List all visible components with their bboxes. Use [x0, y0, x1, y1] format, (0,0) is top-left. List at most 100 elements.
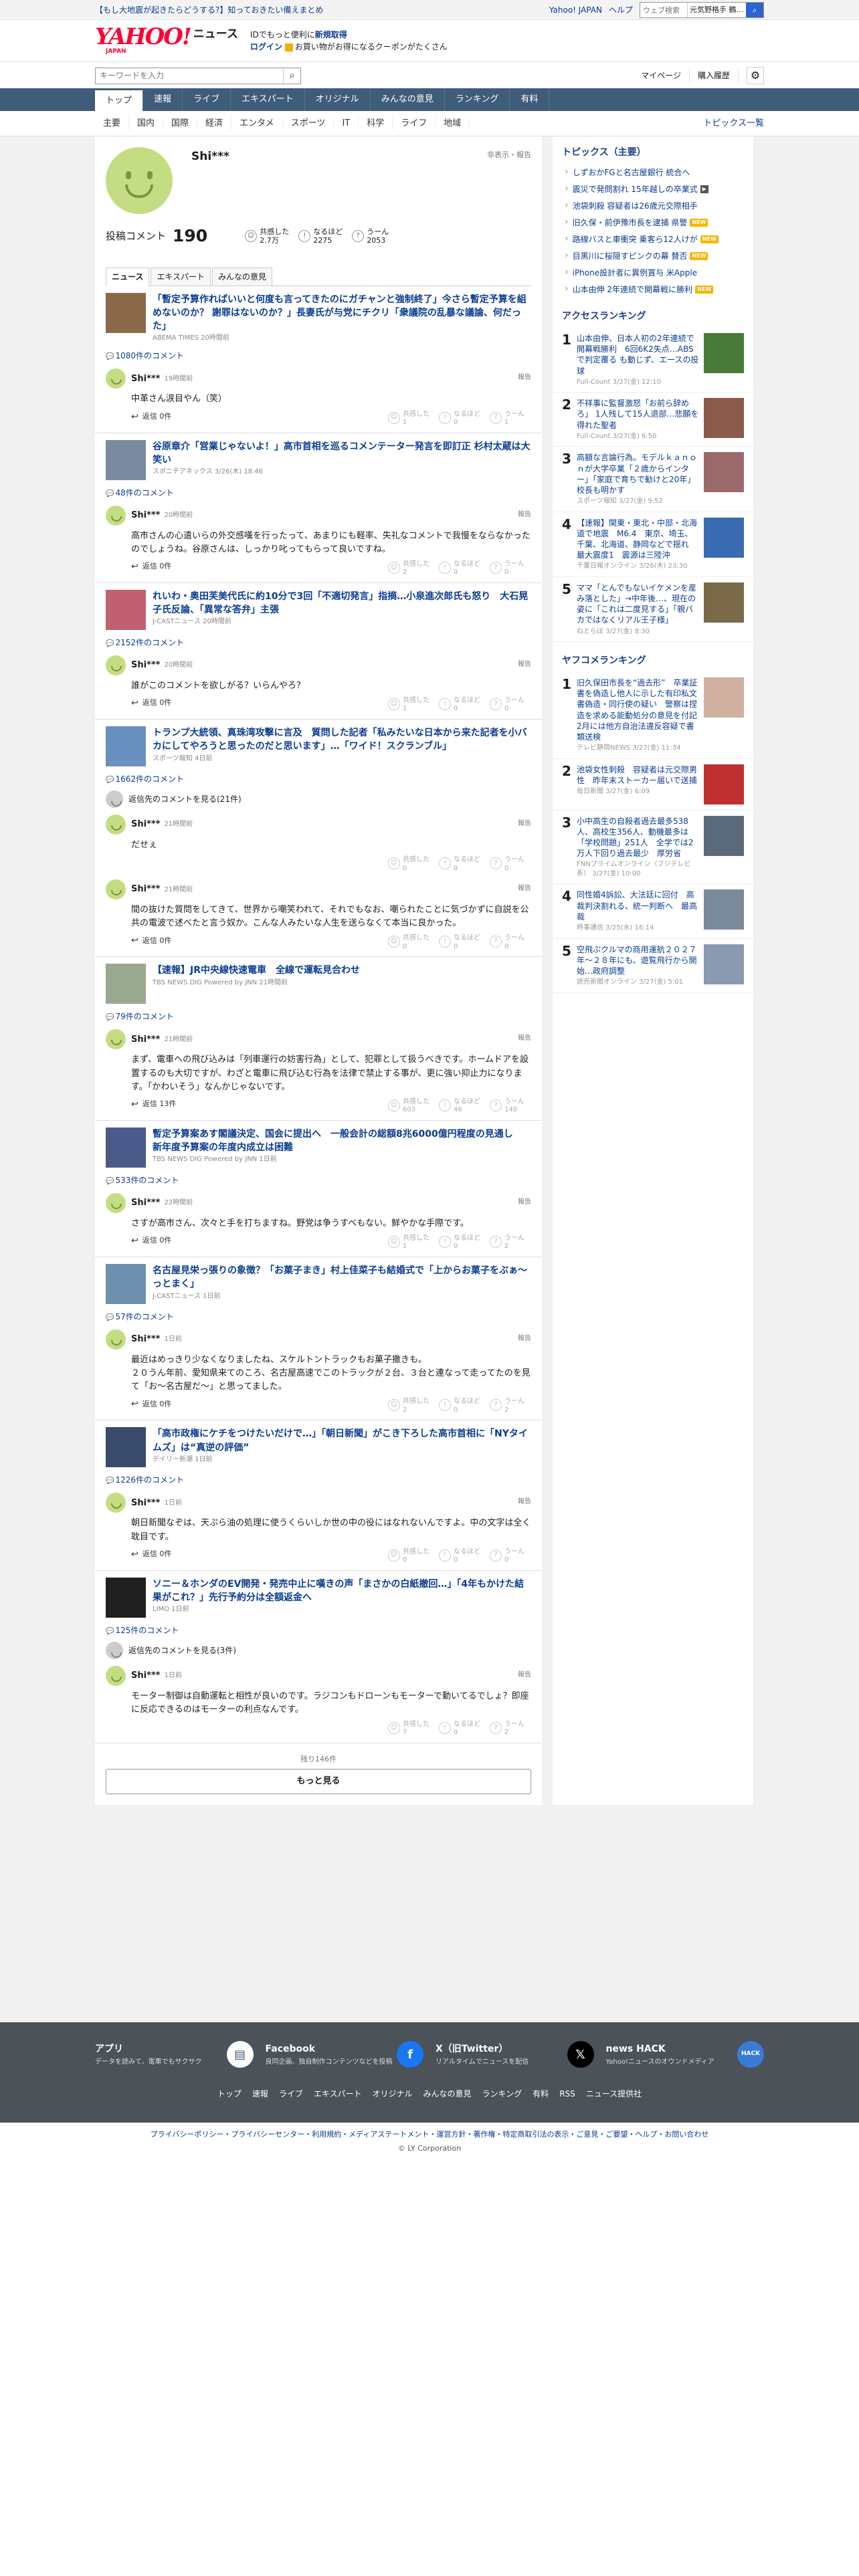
reply-button[interactable]: 返信 0件 [131, 1398, 172, 1411]
nav-breaking[interactable]: 速報 [143, 88, 183, 111]
cat-life[interactable]: ライフ [393, 117, 436, 130]
report-link[interactable]: 報告 [518, 659, 531, 669]
nav-original[interactable]: オリジナル [305, 88, 371, 111]
topic-item[interactable]: iPhone設計者に異例賞与 米Apple [553, 264, 753, 281]
naruhodo-button[interactable]: ! なるほど 0 [439, 1721, 480, 1737]
un-button[interactable]: ? うーん 0 [490, 856, 531, 873]
ranking-item[interactable]: 5 空飛ぶクルマの商用運航２０２７年〜２８年にも、遊覧飛行から開始…政府調整 読売新… [553, 939, 753, 993]
topic-item[interactable]: 目黒川に桜隠すピンクの幕 賛否NEW [553, 247, 753, 264]
footer-x[interactable]: X（旧Twitter） リアルタイムでニュースを配信 𝕏 [436, 2041, 594, 2068]
topics-list-link[interactable]: トピックス一覧 [703, 117, 764, 130]
un-button[interactable]: ? うーん 0 [490, 934, 531, 951]
topic-item[interactable]: 池袋刺殺 容疑者は26歳元交際相手 [553, 197, 753, 214]
ranking-item[interactable]: 4 同性婚4訴訟、大法廷に回付 高裁判決割れる、統一判断へ 最高裁 時事通信 3/2… [553, 884, 753, 939]
report-link[interactable]: 報告 [518, 819, 531, 829]
footer-link[interactable]: ライブ [279, 2088, 303, 2100]
article-title[interactable]: 谷原章介「営業じゃないよ！」高市首相を巡るコメンテーター発言を即訂正 杉村太蔵は… [153, 440, 531, 467]
comment-count-link[interactable]: 2152件のコメント [106, 637, 531, 649]
article-title[interactable]: 「高市政権にケチをつけたいだけで…」「朝日新聞」がこき下ろした高市首相に「NYタ… [153, 1427, 531, 1455]
comment-count-link[interactable]: 1080件のコメント [106, 350, 531, 362]
naruhodo-button[interactable]: ! なるほど 0 [439, 856, 480, 873]
cat-sports[interactable]: スポーツ [283, 117, 335, 130]
nav-live[interactable]: ライブ [183, 88, 231, 111]
cat-local[interactable]: 地域 [436, 117, 470, 130]
article-thumbnail[interactable] [106, 726, 146, 766]
gear-icon[interactable]: ⚙ [747, 67, 764, 84]
article-thumbnail[interactable] [106, 439, 146, 480]
more-button[interactable]: もっと見る [106, 1769, 531, 1795]
article-thumbnail[interactable] [106, 964, 146, 1004]
agree-button[interactable]: ☺ 共感した 0 [388, 1548, 430, 1565]
comment-count-link[interactable]: 1226件のコメント [106, 1474, 531, 1486]
comment-count-link[interactable]: 1662件のコメント [106, 773, 531, 785]
report-link[interactable]: 報告 [518, 372, 531, 383]
article-thumbnail[interactable] [106, 1263, 146, 1304]
agree-button[interactable]: ☺ 共感した 1 [388, 411, 430, 427]
footer-facebook[interactable]: Facebook 良同企画、独自制作コンテンツなどを投稿 f [266, 2041, 423, 2068]
footer-link[interactable]: オリジナル [373, 2088, 413, 2100]
article-title[interactable]: 暫定予算案あす閣議決定、国会に提出へ 一般会計の総額8兆6000億円程度の見通し… [153, 1128, 531, 1155]
footer-link[interactable]: エキスパート [314, 2088, 362, 2100]
topic-item[interactable]: しずおかFGと名古屋銀行 統合へ [553, 164, 753, 181]
naruhodo-button[interactable]: ! なるほど 0 [439, 411, 480, 427]
cat-it[interactable]: IT [334, 117, 359, 130]
agree-button[interactable]: ☺ 共感した 2 [388, 1398, 430, 1414]
naruhodo-button[interactable]: ! なるほど 0 [439, 1398, 480, 1414]
help-link[interactable]: ヘルプ [609, 4, 633, 16]
web-search-input[interactable] [640, 3, 687, 17]
tab-expert[interactable]: エキスパート [151, 267, 211, 286]
topic-item[interactable]: 震災で発問割れ 15年越しの卒業式▶ [553, 181, 753, 197]
naruhodo-button[interactable]: ! なるほど 0 [439, 1235, 480, 1251]
topic-item[interactable]: 路線バスと車衝突 乗客ら12人けがNEW [553, 231, 753, 247]
login-link[interactable]: ログイン [250, 42, 282, 51]
agree-button[interactable]: ☺ 共感した 2 [388, 560, 430, 577]
article-title[interactable]: 「暫定予算作ればいいと何度も言ってきたのにガチャンと強制終了」今さら暫定予算を組… [153, 293, 531, 334]
naruhodo-button[interactable]: ! なるほど 0 [439, 697, 480, 714]
article-thumbnail[interactable] [106, 292, 146, 333]
view-parent-comments[interactable]: 返信先のコメントを見る(21件) [106, 790, 531, 808]
cat-entertainment[interactable]: エンタメ [231, 117, 283, 130]
tab-news[interactable]: ニュース [106, 267, 150, 286]
agree-button[interactable]: ☺ 共感した 1 [388, 1235, 430, 1251]
un-button[interactable]: ? うーん 2 [490, 1398, 531, 1414]
ranking-item[interactable]: 3 小中高生の自殺者過去最多538人、高校生356人、動機最多は「学校問題」251… [553, 811, 753, 885]
nav-ranking[interactable]: ランキング [445, 88, 510, 111]
comment-count-link[interactable]: 79件のコメント [106, 1010, 531, 1023]
article-thumbnail[interactable] [106, 1427, 146, 1468]
reply-button[interactable]: 返信 0件 [131, 1235, 172, 1248]
reply-button[interactable]: 返信 13件 [131, 1098, 177, 1111]
article-title[interactable]: トランプ大統領、真珠湾攻撃に言及 質問した記者「私みたいな日本から来た記者を小バ… [153, 726, 531, 754]
search-icon[interactable]: ⌕ [746, 3, 763, 17]
un-button[interactable]: ? うーん 0 [490, 560, 531, 577]
ranking-item[interactable]: 1 山本由伸、日本人初の2年連続で開幕戦勝利 6回6K2失点…ABSで判定覆る も… [553, 328, 753, 393]
report-link[interactable]: 報告 [518, 1033, 531, 1043]
naruhodo-button[interactable]: ! なるほど 0 [439, 934, 480, 951]
article-title[interactable]: ソニー＆ホンダのEV開発・発売中止に嘆きの声「まさかの白紙撤回…」「4年もかけた… [153, 1578, 531, 1605]
comment-count-link[interactable]: 533件のコメント [106, 1174, 531, 1186]
footer-link[interactable]: ニュース提供社 [586, 2088, 642, 2100]
cat-world[interactable]: 国際 [163, 117, 198, 130]
footer-link[interactable]: RSS [559, 2088, 575, 2100]
ranking-item[interactable]: 4 【速報】関東・東北・中部・北海道で地震 M6.4 東京、埼玉、千葉、北海道、静… [553, 512, 753, 577]
naruhodo-button[interactable]: ! なるほど 0 [439, 1548, 480, 1565]
ranking-item[interactable]: 3 高額な言論行為。モデルｋａｎｏｎが大学卒業「２歳からインター」「家庭で育ちで勧… [553, 447, 753, 512]
view-parent-comments[interactable]: 返信先のコメントを見る(3件) [106, 1641, 531, 1659]
naruhodo-button[interactable]: ! なるほど 46 [439, 1098, 480, 1115]
reply-button[interactable]: 返信 0件 [131, 1548, 172, 1562]
mypage-link[interactable]: マイページ [641, 70, 681, 82]
ranking-item[interactable]: 5 ママ「とんでもないイケメンを産み落とした」→中年後…、現在の姿に「これは二度見… [553, 577, 753, 643]
un-button[interactable]: ? うーん 140 [490, 1098, 531, 1115]
un-button[interactable]: ? うーん 1 [490, 411, 531, 427]
report-link[interactable]: 報告 [518, 1333, 531, 1344]
un-button[interactable]: ? うーん 0 [490, 1548, 531, 1565]
service-name[interactable]: ニュース [193, 26, 238, 43]
footer-app[interactable]: アプリ データを読みて、電車でもサクサク ▤ [95, 2041, 254, 2068]
un-button[interactable]: ? うーん 2 [490, 1721, 531, 1737]
comment-count-link[interactable]: 48件のコメント [106, 487, 531, 499]
article-title[interactable]: 【速報】JR中央線快速電車 全線で運転見合わせ [153, 964, 360, 977]
footer-link[interactable]: トップ [217, 2088, 242, 2100]
report-link[interactable]: 報告 [518, 1497, 531, 1507]
report-link[interactable]: 報告 [518, 1670, 531, 1680]
agree-button[interactable]: ☺ 共感した 1 [388, 697, 430, 714]
un-button[interactable]: ? うーん 0 [490, 697, 531, 714]
